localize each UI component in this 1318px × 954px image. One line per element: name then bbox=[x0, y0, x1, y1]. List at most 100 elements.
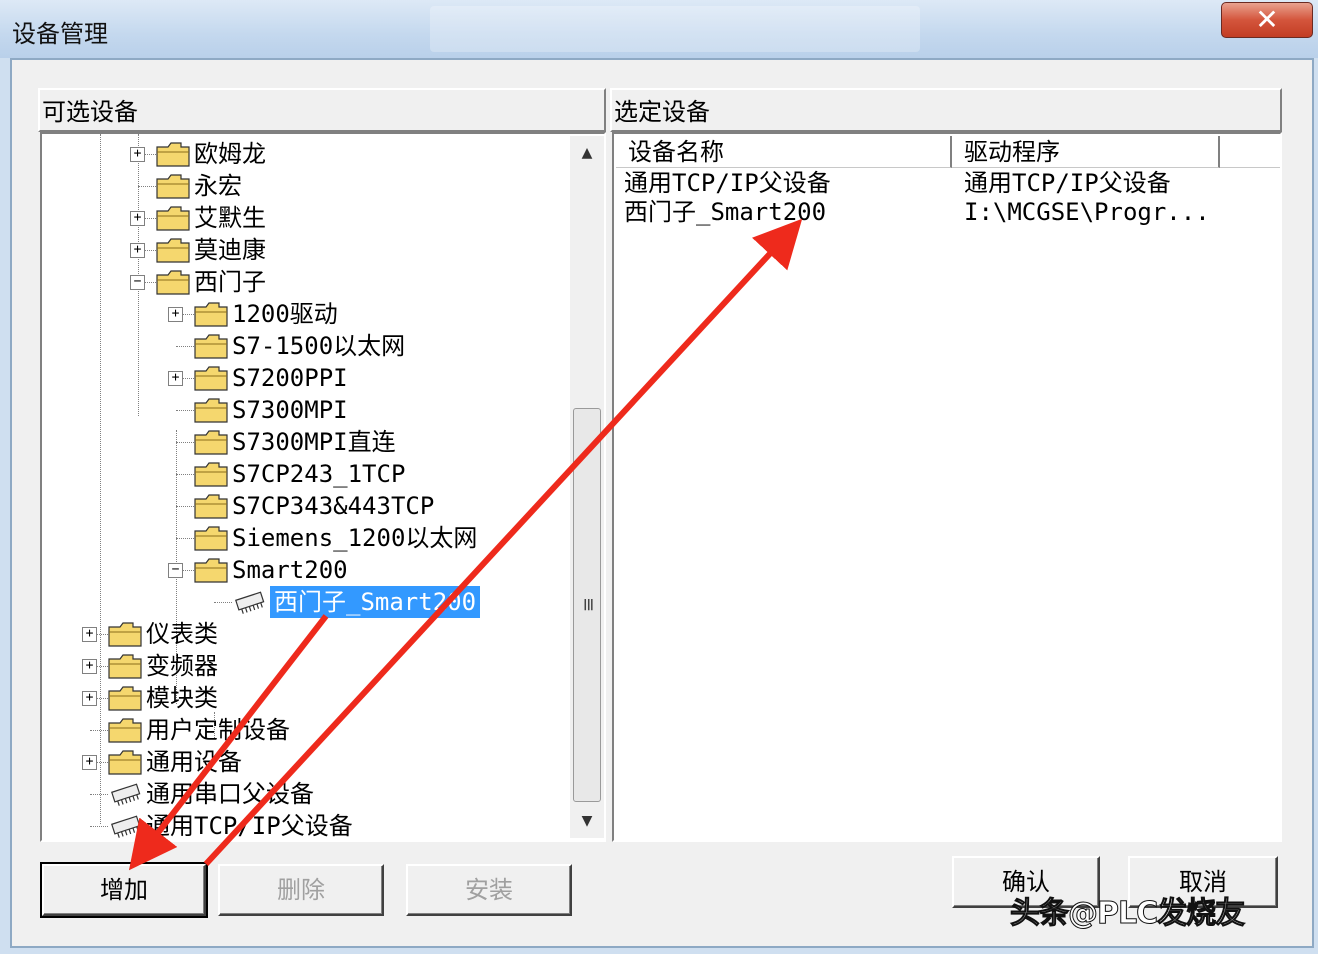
column-header-filler bbox=[1220, 136, 1280, 168]
title-glow bbox=[430, 6, 920, 52]
tree-node-label: 艾默生 bbox=[194, 204, 266, 232]
folder-icon bbox=[156, 237, 190, 263]
tree-node[interactable]: + 莫迪康 bbox=[42, 234, 570, 266]
tree-node[interactable]: S7CP243_1TCP bbox=[42, 458, 570, 490]
selected-devices-header: 选定设备 bbox=[610, 88, 1282, 132]
folder-icon bbox=[108, 621, 142, 647]
tree-node-label: 通用设备 bbox=[146, 748, 242, 776]
tree-node-label: 用户定制设备 bbox=[146, 716, 290, 744]
tree-node[interactable]: S7-1500以太网 bbox=[42, 330, 570, 362]
tree-node-label: S7300MPI直连 bbox=[232, 428, 396, 456]
available-devices-title: 可选设备 bbox=[42, 98, 138, 126]
tree-connector bbox=[214, 602, 232, 603]
grip-icon: ≡ bbox=[578, 597, 599, 613]
column-header-driver[interactable]: 驱动程序 bbox=[952, 136, 1220, 168]
tree-node-label: S7300MPI bbox=[232, 396, 348, 424]
folder-icon bbox=[108, 717, 142, 743]
expand-icon[interactable]: + bbox=[130, 147, 145, 162]
tree-node-label: S7CP243_1TCP bbox=[232, 460, 406, 488]
expand-icon[interactable]: + bbox=[130, 243, 145, 258]
tree-node[interactable]: + 欧姆龙 bbox=[42, 138, 570, 170]
tree-node-label: 西门子 bbox=[194, 268, 266, 296]
tree-connector bbox=[176, 442, 194, 443]
folder-icon bbox=[156, 173, 190, 199]
device-chip-icon bbox=[108, 782, 144, 806]
window-title: 设备管理 bbox=[12, 20, 108, 48]
tree-connector bbox=[90, 794, 108, 795]
tree-node[interactable]: S7300MPI直连 bbox=[42, 426, 570, 458]
close-button[interactable]: ✕ bbox=[1221, 2, 1313, 38]
column-header-device-name[interactable]: 设备名称 bbox=[616, 136, 952, 168]
list-item-driver[interactable]: 通用TCP/IP父设备 bbox=[964, 168, 1171, 198]
column-header-label: 设备名称 bbox=[628, 138, 724, 166]
tree-connector bbox=[176, 346, 194, 347]
expand-icon[interactable]: + bbox=[168, 371, 183, 386]
device-tree[interactable]: + 欧姆龙 永宏 + 艾默生 + 莫迪康 − 西门子 +1200驱动 S7-1500以太网 + S720… bbox=[40, 132, 606, 842]
folder-icon bbox=[108, 685, 142, 711]
install-button[interactable]: 安装 bbox=[406, 864, 572, 916]
column-header-label: 驱动程序 bbox=[964, 138, 1060, 166]
delete-button[interactable]: 删除 bbox=[218, 864, 384, 916]
folder-icon bbox=[194, 461, 228, 487]
tree-node[interactable]: + 通用设备 bbox=[42, 746, 570, 778]
title-bar[interactable]: 设备管理 ✕ bbox=[0, 0, 1318, 58]
tree-node[interactable]: + 模块类 bbox=[42, 682, 570, 714]
tree-node[interactable]: − Smart200 bbox=[42, 554, 570, 586]
folder-icon bbox=[194, 333, 228, 359]
selected-device-list[interactable] bbox=[612, 132, 1282, 842]
folder-icon bbox=[108, 749, 142, 775]
scroll-up-icon[interactable]: ▲ bbox=[570, 136, 604, 170]
tree-node[interactable]: + 仪表类 bbox=[42, 618, 570, 650]
list-item-name[interactable]: 西门子_Smart200 bbox=[624, 197, 826, 227]
tree-connector bbox=[176, 538, 194, 539]
tree-node[interactable]: + 变频器 bbox=[42, 650, 570, 682]
scroll-down-icon[interactable]: ▼ bbox=[570, 804, 604, 838]
tree-node-label: Smart200 bbox=[232, 556, 348, 584]
tree-connector bbox=[90, 730, 108, 731]
expand-icon[interactable]: + bbox=[82, 691, 97, 706]
expand-icon[interactable]: + bbox=[82, 755, 97, 770]
device-chip-icon bbox=[108, 814, 144, 838]
tree-node-label: S7200PPI bbox=[232, 364, 348, 392]
tree-node-label: S7CP343&443TCP bbox=[232, 492, 435, 520]
expand-icon[interactable]: + bbox=[168, 307, 183, 322]
expand-icon[interactable]: + bbox=[130, 211, 145, 226]
folder-icon bbox=[156, 269, 190, 295]
tree-node[interactable]: 永宏 bbox=[42, 170, 570, 202]
tree-node[interactable]: Siemens_1200以太网 bbox=[42, 522, 570, 554]
tree-node-label: 通用TCP/IP父设备 bbox=[146, 812, 353, 840]
folder-icon bbox=[156, 205, 190, 231]
list-item-driver[interactable]: I:\MCGSE\Progr... bbox=[964, 197, 1210, 227]
tree-connector bbox=[138, 186, 156, 187]
tree-node[interactable]: − 西门子 bbox=[42, 266, 570, 298]
tree-node[interactable]: S7CP343&443TCP bbox=[42, 490, 570, 522]
tree-node[interactable]: 通用串口父设备 bbox=[42, 778, 570, 810]
tree-node[interactable]: + 艾默生 bbox=[42, 202, 570, 234]
folder-icon bbox=[156, 141, 190, 167]
tree-scrollbar[interactable]: ▲ ≡ ▼ bbox=[570, 136, 604, 838]
tree-node[interactable]: 通用TCP/IP父设备 bbox=[42, 810, 570, 840]
device-chip-icon bbox=[232, 590, 268, 614]
expand-icon[interactable]: + bbox=[82, 627, 97, 642]
folder-icon bbox=[194, 493, 228, 519]
expand-icon[interactable]: + bbox=[82, 659, 97, 674]
list-item-name[interactable]: 通用TCP/IP父设备 bbox=[624, 168, 831, 198]
tree-node[interactable]: + S7200PPI bbox=[42, 362, 570, 394]
tree-node-label: Siemens_1200以太网 bbox=[232, 524, 478, 552]
collapse-icon[interactable]: − bbox=[168, 563, 183, 578]
scroll-thumb[interactable]: ≡ bbox=[573, 408, 601, 802]
tree-node-label: 永宏 bbox=[194, 172, 242, 200]
tree-node[interactable]: S7300MPI bbox=[42, 394, 570, 426]
tree-node[interactable]: 用户定制设备 bbox=[42, 714, 570, 746]
tree-node-label: 莫迪康 bbox=[194, 236, 266, 264]
tree-node[interactable]: +1200驱动 bbox=[42, 298, 570, 330]
tree-node-label: 1200驱动 bbox=[232, 300, 338, 328]
collapse-icon[interactable]: − bbox=[130, 275, 145, 290]
folder-icon bbox=[194, 429, 228, 455]
watermark: 头条@PLC发烧友 bbox=[1009, 896, 1245, 932]
folder-icon bbox=[194, 365, 228, 391]
tree-connector bbox=[176, 474, 194, 475]
tree-node[interactable]: 西门子_Smart200 bbox=[42, 585, 570, 619]
add-button[interactable]: 增加 bbox=[40, 862, 208, 918]
selected-devices-title: 选定设备 bbox=[614, 98, 710, 126]
